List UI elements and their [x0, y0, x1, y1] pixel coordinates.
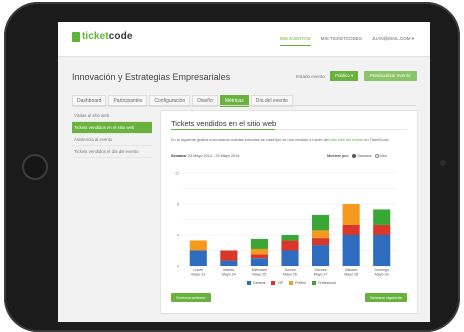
desc-suffix: en TicketCode. — [363, 138, 390, 142]
bar-segment-general[interactable] — [312, 245, 330, 266]
bar-segment-vip[interactable] — [373, 224, 391, 235]
tickets-bar-chart: 04812LunesMayo 23MartesMayo 24MiércolesM… — [175, 171, 397, 277]
x-tick-date: Mayo 28 — [344, 273, 358, 277]
brand-logo[interactable]: ticketcode — [72, 31, 132, 42]
bar-segment-general[interactable] — [281, 250, 299, 267]
bar-segment-vip[interactable] — [281, 240, 299, 251]
logo-icon — [72, 31, 80, 42]
x-tick-date: Mayo 27 — [314, 273, 328, 277]
main-nav: MIS EVENTOS MIS TICKETCODES JUAN@MAIL.CO… — [280, 36, 414, 46]
bar-segment-vip[interactable] — [312, 238, 330, 246]
x-tick-label: Sábado — [345, 268, 357, 272]
x-tick-date: Mayo 29 — [375, 273, 389, 277]
x-tick-date: Mayo 24 — [222, 273, 236, 277]
legend-label: Profesional — [318, 281, 336, 285]
sidebar-item-tickets-dia[interactable]: Tickets vendidos el día del evento — [72, 146, 152, 158]
radio-semana[interactable]: Semana — [352, 154, 372, 158]
show-by-label: Mostrar por: — [327, 154, 350, 158]
nav-mis-ticketcodes[interactable]: MIS TICKETCODES — [321, 36, 362, 46]
show-by-selector: Mostrar por: Semana Mes — [327, 154, 387, 158]
radio-mes[interactable]: Mes — [374, 154, 387, 158]
legend-item: General — [247, 281, 265, 285]
bar-segment-general[interactable] — [373, 235, 391, 266]
bar-segment-vip[interactable] — [342, 224, 360, 235]
x-tick-label: Viernes — [315, 268, 327, 272]
bar-segment-profesional[interactable] — [373, 209, 391, 225]
x-tick-label: Domingo — [375, 268, 389, 272]
desc-prefix: En la siguiente gráfica encontrarás cuán… — [171, 138, 330, 142]
legend-swatch — [247, 281, 251, 285]
event-status-dropdown[interactable]: Público ▾ — [330, 71, 359, 81]
bar-segment-prefino[interactable] — [312, 230, 330, 239]
event-site-link[interactable]: sitio web del evento — [330, 138, 363, 142]
radio-mes-label: Mes — [379, 154, 387, 158]
sidebar-item-tickets-web[interactable]: Tickets vendidos en el sitio web — [72, 122, 152, 134]
nav-user-menu[interactable]: JUAN@MAIL.COM ▾ — [372, 36, 414, 46]
bar-segment-profesional[interactable] — [250, 238, 268, 249]
legend-item: Profesional — [312, 281, 336, 285]
next-week-button[interactable]: Semana siguiente — [364, 293, 407, 302]
chart-legend: General VIP Prefino Profesional — [247, 281, 336, 285]
panel-description: En la siguiente gráfica encontrarás cuán… — [171, 138, 390, 142]
previous-week-button[interactable]: Semana anterior — [171, 293, 211, 302]
bar-segment-general[interactable] — [250, 258, 268, 266]
x-tick-date: Mayo 23 — [191, 273, 205, 277]
radio-semana-label: Semana — [357, 154, 372, 158]
x-tick-date: Mayo 25 — [253, 273, 267, 277]
top-navbar: ticketcode MIS EVENTOS MIS TICKETCODES J… — [58, 22, 430, 57]
legend-label: VIP — [277, 281, 284, 285]
bar-segment-vip[interactable] — [220, 250, 238, 261]
legend-label: Prefino — [295, 281, 307, 285]
event-status-label: Estado evento — [296, 74, 325, 79]
legend-swatch — [312, 281, 317, 285]
logo-text: ticketcode — [82, 31, 133, 42]
legend-swatch — [271, 281, 276, 285]
panel-divider-accent — [171, 129, 275, 130]
x-tick-label: Lunes — [193, 268, 203, 272]
camera-icon — [440, 160, 446, 166]
tablet-frame: ticketcode MIS EVENTOS MIS TICKETCODES J… — [4, 2, 460, 332]
event-title: Innovación y Estrategias Empresariales — [72, 72, 231, 82]
preview-event-button[interactable]: Previsualizar evento — [364, 71, 417, 81]
x-tick-label: Miércoles — [252, 268, 268, 272]
y-tick-label: 8 — [177, 202, 179, 206]
bar-segment-profesional[interactable] — [312, 214, 330, 231]
radio-mes-icon — [374, 154, 379, 158]
y-tick-label: 0 — [177, 264, 179, 268]
y-tick-label: 12 — [175, 171, 179, 175]
bar-segment-prefino[interactable] — [250, 248, 268, 255]
week-value: 23 Mayo 2014 - 29 Mayo 2014 — [187, 154, 240, 158]
bar-segment-general[interactable] — [189, 250, 207, 267]
x-tick-label: Jueves — [284, 268, 296, 272]
week-range: Semana: 23 Mayo 2014 - 29 Mayo 2014 — [171, 154, 239, 158]
bar-segment-prefino[interactable] — [189, 240, 207, 251]
bar-segment-general[interactable] — [220, 260, 238, 266]
legend-swatch — [289, 281, 294, 285]
bar-segment-general[interactable] — [342, 235, 360, 266]
week-label: Semana: — [171, 154, 187, 158]
metrics-sidebar: Visitas al sitio web Tickets vendidos en… — [72, 110, 152, 158]
x-tick-date: Mayo 26 — [283, 273, 297, 277]
tabs-divider — [72, 105, 416, 106]
bar-segment-vip[interactable] — [250, 254, 268, 259]
legend-item: VIP — [271, 281, 283, 285]
sidebar-item-asistencia[interactable]: Asistencia al evento — [72, 134, 152, 146]
app-screen: ticketcode MIS EVENTOS MIS TICKETCODES J… — [58, 22, 430, 322]
legend-item: Prefino — [289, 281, 306, 285]
nav-mis-eventos[interactable]: MIS EVENTOS — [280, 36, 311, 46]
x-tick-label: Martes — [223, 268, 234, 272]
bar-segment-profesional[interactable] — [281, 235, 299, 241]
panel-title: Tickets vendidos en el sitio web — [171, 119, 277, 128]
radio-semana-icon — [352, 154, 357, 158]
home-button[interactable] — [22, 154, 48, 180]
legend-label: General — [253, 281, 266, 285]
bar-segment-prefino[interactable] — [342, 204, 360, 225]
y-tick-label: 4 — [177, 233, 179, 237]
sidebar-item-visitas[interactable]: Visitas al sitio web — [72, 110, 152, 122]
metrics-panel: Tickets vendidos en el sitio web En la s… — [160, 110, 418, 314]
